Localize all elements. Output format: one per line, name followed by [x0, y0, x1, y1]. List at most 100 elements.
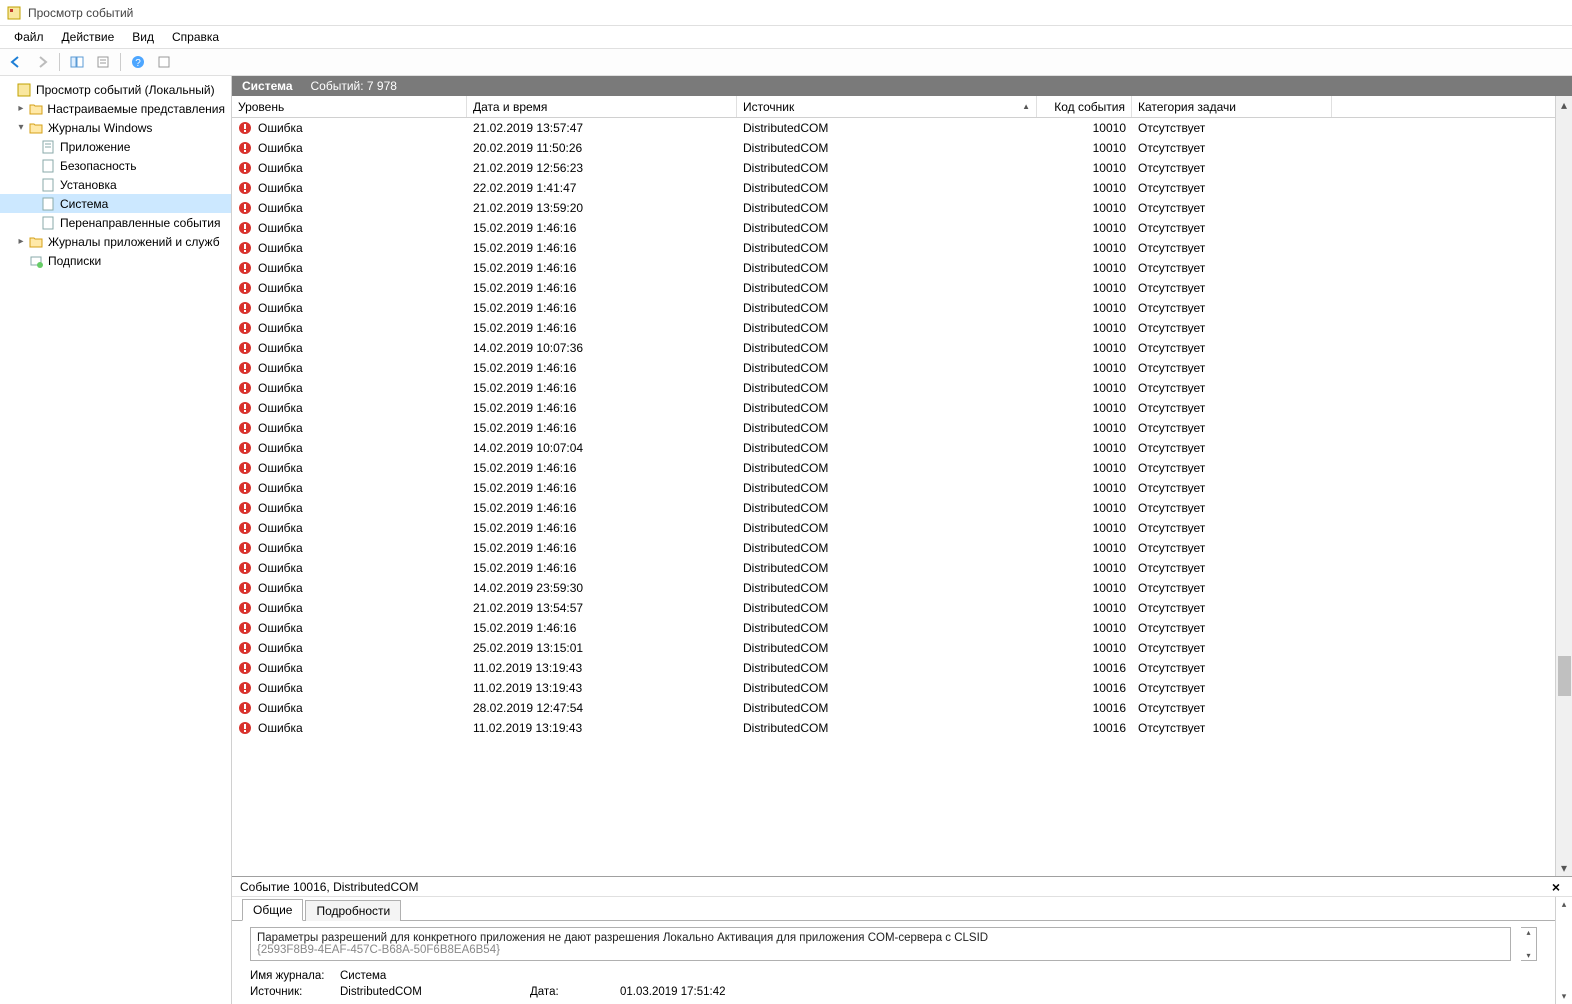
show-tree-button[interactable] — [65, 51, 89, 73]
cell-source: DistributedCOM — [737, 621, 1037, 635]
event-row[interactable]: Ошибка15.02.2019 1:46:16DistributedCOM10… — [232, 218, 1555, 238]
event-row[interactable]: Ошибка15.02.2019 1:46:16DistributedCOM10… — [232, 498, 1555, 518]
event-row[interactable]: Ошибка15.02.2019 1:46:16DistributedCOM10… — [232, 558, 1555, 578]
description-scrollbar[interactable]: ▴▾ — [1521, 927, 1537, 961]
folder-icon — [28, 234, 44, 250]
error-icon — [238, 121, 252, 135]
event-row[interactable]: Ошибка14.02.2019 23:59:30DistributedCOM1… — [232, 578, 1555, 598]
cell-source: DistributedCOM — [737, 361, 1037, 375]
menu-view[interactable]: Вид — [124, 28, 162, 46]
event-row[interactable]: Ошибка15.02.2019 1:46:16DistributedCOM10… — [232, 418, 1555, 438]
event-row[interactable]: Ошибка15.02.2019 1:46:16DistributedCOM10… — [232, 298, 1555, 318]
vertical-scrollbar[interactable]: ▴ ▾ — [1555, 96, 1572, 876]
tree-setup[interactable]: Установка — [0, 175, 231, 194]
cell-eventid: 10010 — [1037, 461, 1132, 475]
event-row[interactable]: Ошибка15.02.2019 1:46:16DistributedCOM10… — [232, 378, 1555, 398]
error-icon — [238, 521, 252, 535]
cell-task: Отсутствует — [1132, 261, 1332, 275]
event-row[interactable]: Ошибка14.02.2019 10:07:36DistributedCOM1… — [232, 338, 1555, 358]
tree-windows-logs[interactable]: ▾ Журналы Windows — [0, 118, 231, 137]
cell-date: 15.02.2019 1:46:16 — [467, 221, 737, 235]
cell-eventid: 10010 — [1037, 501, 1132, 515]
cell-source: DistributedCOM — [737, 161, 1037, 175]
column-date[interactable]: Дата и время — [467, 96, 737, 117]
collapse-icon[interactable]: ▾ — [14, 122, 28, 133]
event-row[interactable]: Ошибка15.02.2019 1:46:16DistributedCOM10… — [232, 258, 1555, 278]
cell-task: Отсутствует — [1132, 181, 1332, 195]
event-row[interactable]: Ошибка15.02.2019 1:46:16DistributedCOM10… — [232, 458, 1555, 478]
grid-body[interactable]: Ошибка21.02.2019 13:57:47DistributedCOM1… — [232, 118, 1555, 876]
cell-level: Ошибка — [232, 201, 467, 215]
event-row[interactable]: Ошибка21.02.2019 13:54:57DistributedCOM1… — [232, 598, 1555, 618]
expand-icon[interactable]: ▸ — [14, 236, 28, 247]
event-row[interactable]: Ошибка15.02.2019 1:46:16DistributedCOM10… — [232, 518, 1555, 538]
event-row[interactable]: Ошибка15.02.2019 1:46:16DistributedCOM10… — [232, 478, 1555, 498]
menu-file[interactable]: Файл — [6, 28, 52, 46]
error-icon — [238, 441, 252, 455]
event-row[interactable]: Ошибка25.02.2019 13:15:01DistributedCOM1… — [232, 638, 1555, 658]
cell-source: DistributedCOM — [737, 261, 1037, 275]
scroll-down-icon[interactable]: ▾ — [1556, 859, 1572, 876]
event-row[interactable]: Ошибка21.02.2019 13:59:20DistributedCOM1… — [232, 198, 1555, 218]
cell-task: Отсутствует — [1132, 641, 1332, 655]
event-row[interactable]: Ошибка11.02.2019 13:19:43DistributedCOM1… — [232, 658, 1555, 678]
scroll-up-icon[interactable]: ▴ — [1556, 96, 1572, 113]
close-detail-button[interactable]: × — [1548, 879, 1564, 895]
event-row[interactable]: Ошибка21.02.2019 12:56:23DistributedCOM1… — [232, 158, 1555, 178]
cell-task: Отсутствует — [1132, 621, 1332, 635]
detail-outer-scrollbar[interactable]: ▴▾ — [1555, 897, 1572, 1004]
event-row[interactable]: Ошибка14.02.2019 10:07:04DistributedCOM1… — [232, 438, 1555, 458]
date-value: 01.03.2019 17:51:42 — [620, 986, 820, 998]
error-icon — [238, 601, 252, 615]
cell-eventid: 10010 — [1037, 581, 1132, 595]
cell-eventid: 10010 — [1037, 161, 1132, 175]
error-icon — [238, 261, 252, 275]
forward-button[interactable] — [30, 51, 54, 73]
tree-root[interactable]: Просмотр событий (Локальный) — [0, 80, 231, 99]
event-row[interactable]: Ошибка15.02.2019 1:46:16DistributedCOM10… — [232, 318, 1555, 338]
menu-action[interactable]: Действие — [54, 28, 123, 46]
expand-icon[interactable]: ▸ — [14, 103, 28, 114]
event-row[interactable]: Ошибка15.02.2019 1:46:16DistributedCOM10… — [232, 398, 1555, 418]
column-level[interactable]: Уровень — [232, 96, 467, 117]
event-row[interactable]: Ошибка15.02.2019 1:46:16DistributedCOM10… — [232, 278, 1555, 298]
event-row[interactable]: Ошибка15.02.2019 1:46:16DistributedCOM10… — [232, 538, 1555, 558]
properties-button[interactable] — [91, 51, 115, 73]
cell-date: 14.02.2019 23:59:30 — [467, 581, 737, 595]
back-button[interactable] — [4, 51, 28, 73]
event-row[interactable]: Ошибка21.02.2019 13:57:47DistributedCOM1… — [232, 118, 1555, 138]
tree-system[interactable]: Система — [0, 194, 231, 213]
menu-help[interactable]: Справка — [164, 28, 227, 46]
tab-general[interactable]: Общие — [242, 899, 303, 921]
clsid-text: {2593F8B9-4EAF-457C-B68A-50F6B8EA6B54} — [257, 944, 1504, 956]
source-label: Источник: — [250, 986, 340, 998]
error-icon — [238, 501, 252, 515]
cell-task: Отсутствует — [1132, 401, 1332, 415]
event-row[interactable]: Ошибка20.02.2019 11:50:26DistributedCOM1… — [232, 138, 1555, 158]
event-row[interactable]: Ошибка11.02.2019 13:19:43DistributedCOM1… — [232, 678, 1555, 698]
scroll-thumb[interactable] — [1558, 656, 1571, 696]
cell-level: Ошибка — [232, 541, 467, 555]
tree-subscriptions[interactable]: Подписки — [0, 251, 231, 270]
event-row[interactable]: Ошибка28.02.2019 12:47:54DistributedCOM1… — [232, 698, 1555, 718]
tree-security[interactable]: Безопасность — [0, 156, 231, 175]
column-source[interactable]: Источник▲ — [737, 96, 1037, 117]
cell-task: Отсутствует — [1132, 721, 1332, 735]
event-row[interactable]: Ошибка15.02.2019 1:46:16DistributedCOM10… — [232, 618, 1555, 638]
event-grid-wrap: Уровень Дата и время Источник▲ Код событ… — [232, 96, 1572, 876]
event-row[interactable]: Ошибка15.02.2019 1:46:16DistributedCOM10… — [232, 358, 1555, 378]
help-button[interactable]: ? — [126, 51, 150, 73]
tab-details[interactable]: Подробности — [305, 900, 401, 921]
cell-eventid: 10010 — [1037, 421, 1132, 435]
tree-custom-views[interactable]: ▸ Настраиваемые представления — [0, 99, 231, 118]
column-eventid[interactable]: Код события — [1037, 96, 1132, 117]
tree-application[interactable]: Приложение — [0, 137, 231, 156]
event-row[interactable]: Ошибка11.02.2019 13:19:43DistributedCOM1… — [232, 718, 1555, 738]
event-row[interactable]: Ошибка22.02.2019 1:41:47DistributedCOM10… — [232, 178, 1555, 198]
refresh-button[interactable] — [152, 51, 176, 73]
tree-forwarded[interactable]: Перенаправленные события — [0, 213, 231, 232]
event-row[interactable]: Ошибка15.02.2019 1:46:16DistributedCOM10… — [232, 238, 1555, 258]
cell-source: DistributedCOM — [737, 441, 1037, 455]
column-task[interactable]: Категория задачи — [1132, 96, 1332, 117]
tree-app-services-logs[interactable]: ▸ Журналы приложений и служб — [0, 232, 231, 251]
